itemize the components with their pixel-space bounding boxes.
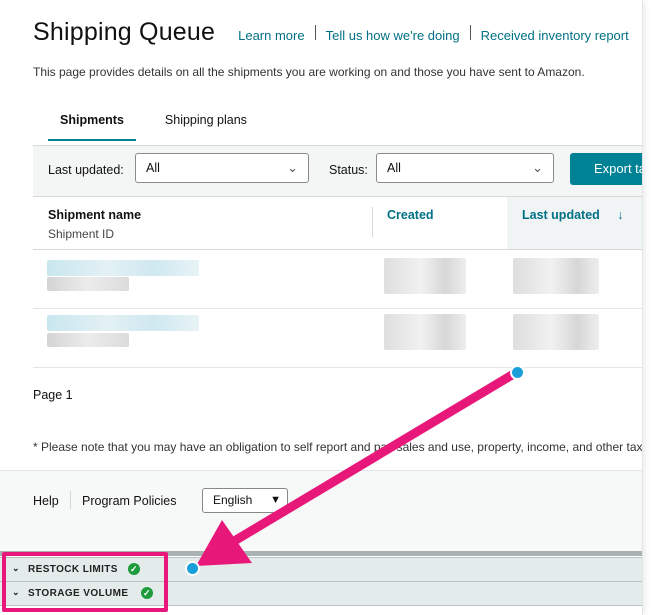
tab-bar: Shipments Shipping plans: [48, 110, 259, 141]
status-label: Status:: [329, 163, 368, 177]
page-description: This page provides details on all the sh…: [33, 65, 585, 79]
redacted-created: [384, 314, 466, 350]
tab-shipments[interactable]: Shipments: [48, 110, 136, 141]
column-divider: [372, 207, 373, 237]
annotation-end-dot: [185, 561, 200, 576]
redacted-last-updated: [513, 314, 599, 350]
last-updated-label: Last updated:: [48, 163, 124, 177]
redacted-shipment-id: [47, 333, 129, 347]
program-policies-link[interactable]: Program Policies: [82, 494, 176, 508]
arrow-down-icon: ↓: [617, 208, 624, 222]
title-row: Shipping Queue Learn more Tell us how we…: [33, 18, 639, 47]
redacted-shipment-id: [47, 277, 129, 291]
column-title: Last updated: [522, 208, 600, 222]
column-subtitle: Shipment ID: [48, 227, 115, 241]
footer: Help Program Policies English ▼: [0, 470, 642, 551]
status-value: All: [387, 161, 401, 175]
language-select[interactable]: English ▼: [202, 488, 288, 513]
export-table-button[interactable]: Export table: [570, 153, 642, 185]
chevron-down-icon: ▼: [270, 494, 281, 506]
column-title: Shipment name: [48, 208, 142, 222]
redacted-shipment-name: [47, 260, 199, 276]
feedback-link[interactable]: Tell us how we're doing: [316, 28, 470, 43]
language-value: English: [213, 493, 253, 507]
redacted-last-updated: [513, 258, 599, 294]
filter-bar: Last updated: All ⌄ Status: All ⌄ Export…: [33, 145, 642, 197]
annotation-highlight-box: [2, 552, 168, 612]
inventory-report-link[interactable]: Received inventory report: [471, 28, 639, 43]
page-title: Shipping Queue: [33, 18, 216, 46]
table-row[interactable]: [33, 250, 642, 309]
pagination-label: Page 1: [33, 388, 73, 402]
last-updated-value: All: [146, 161, 160, 175]
column-last-updated[interactable]: Last updated ↓: [507, 197, 642, 249]
redacted-created: [384, 258, 466, 294]
redacted-shipment-name: [47, 315, 199, 331]
help-link[interactable]: Help: [33, 494, 59, 508]
chevron-down-icon: ⌄: [287, 160, 298, 175]
shipping-queue-panel: Shipping Queue Learn more Tell us how we…: [0, 0, 643, 615]
last-updated-select[interactable]: All ⌄: [135, 153, 309, 183]
footer-divider: [70, 491, 71, 509]
tax-note: * Please note that you may have an oblig…: [33, 440, 643, 454]
learn-more-link[interactable]: Learn more: [228, 28, 314, 43]
column-shipment-name[interactable]: Shipment name Shipment ID: [48, 197, 348, 249]
column-title: Created: [387, 208, 434, 222]
annotation-start-dot: [510, 365, 525, 380]
tab-shipping-plans[interactable]: Shipping plans: [153, 110, 259, 141]
chevron-down-icon: ⌄: [532, 160, 543, 175]
status-select[interactable]: All ⌄: [376, 153, 554, 183]
table-header: Shipment name Shipment ID Created Last u…: [33, 197, 642, 250]
column-created[interactable]: Created: [387, 197, 507, 249]
table-row[interactable]: [33, 309, 642, 368]
